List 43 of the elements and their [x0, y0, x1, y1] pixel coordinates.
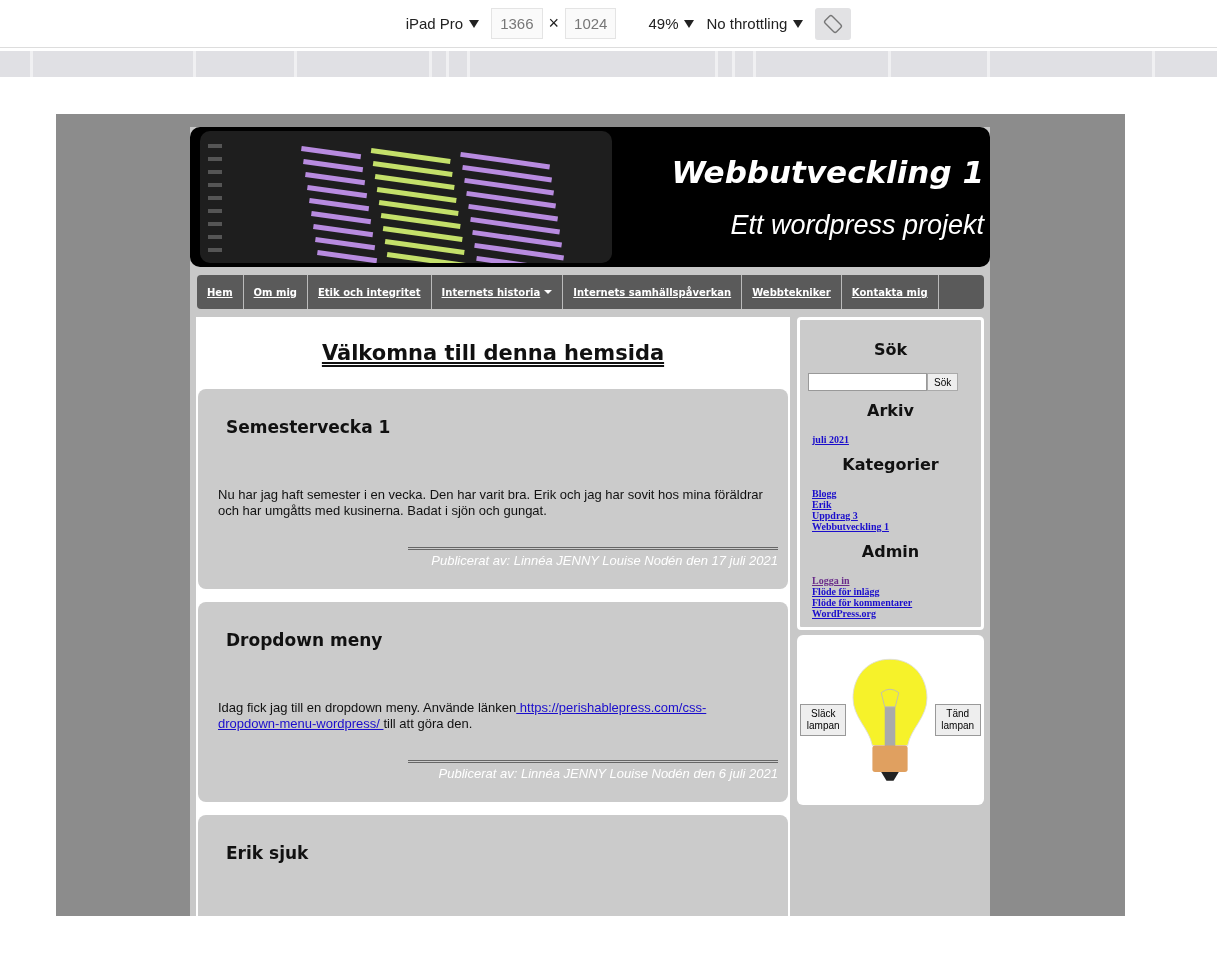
nav-link[interactable]: Om mig: [243, 275, 308, 309]
sidebar-link[interactable]: Webbutveckling 1: [812, 521, 973, 532]
throttling-selector[interactable]: No throttling: [706, 15, 804, 32]
sidebar-link[interactable]: Erik: [812, 499, 973, 510]
sidebar-link[interactable]: Flöde för inlägg: [812, 586, 973, 597]
widget-title: Kategorier: [841, 455, 940, 474]
nav-link[interactable]: Etik och integritet: [308, 275, 432, 309]
device-selector[interactable]: iPad Pro: [405, 15, 480, 32]
post-title[interactable]: Erik sjuk: [226, 843, 778, 863]
search-field[interactable]: [808, 373, 927, 391]
sidebar-link[interactable]: Uppdrag 3: [812, 510, 973, 521]
width-field[interactable]: 1366: [491, 8, 543, 39]
rotate-button[interactable]: [815, 7, 852, 40]
sidebar-link[interactable]: Blogg: [812, 488, 973, 499]
widget-title: Arkiv: [866, 401, 915, 420]
lamp-on-button[interactable]: Tänd lampan: [934, 704, 981, 736]
post-text: Idag fick jag till en dropdown meny. Använde länken https://perishablepress.com/css- dropdown-menu-wordpress/ till att göra den.: [218, 700, 708, 732]
post-title[interactable]: Semestervecka 1: [226, 417, 778, 437]
rotate-icon: [822, 12, 845, 35]
site-title: Webbutveckling 1: [671, 153, 984, 190]
lamp-off-button[interactable]: Släck lampan: [800, 704, 847, 736]
caret-icon: [544, 290, 553, 294]
post-link[interactable]: dropdown-menu-wordpress/: [218, 716, 384, 731]
site-tagline: Ett wordpress projekt: [729, 209, 984, 241]
nav-link[interactable]: Hem: [197, 275, 244, 309]
widget-title: Admin: [860, 542, 921, 561]
zoom-selector[interactable]: 49%: [648, 15, 695, 32]
nav-link[interactable]: Internets samhällspåverkan: [563, 275, 743, 309]
post-title[interactable]: Dropdown meny: [226, 630, 778, 650]
search-button[interactable]: Sök: [927, 373, 959, 391]
times-sign: ×: [548, 13, 560, 34]
sidebar-link[interactable]: Logga in: [812, 575, 973, 586]
widget-title: Sök: [872, 340, 909, 359]
sidebar-link[interactable]: WordPress.org: [812, 608, 973, 619]
nav-link[interactable]: Kontakta mig: [841, 275, 939, 309]
nav-link[interactable]: Internets historia: [431, 275, 564, 309]
height-field[interactable]: 1024: [565, 8, 617, 39]
post-text: Nu har jag haft semester i en vecka. Den har varit bra. Erik och jag har sovit hos mina föräldrar och har umgåtts med kusinerna. Badat i sjön och gungat.: [218, 487, 764, 519]
page-heading: Välkomna till denna hemsida: [320, 341, 666, 365]
post-link[interactable]: https://perishablepress.com/css-: [516, 700, 707, 715]
nav-link[interactable]: Webbtekniker: [742, 275, 842, 309]
sidebar-link[interactable]: juli 2021: [812, 434, 973, 445]
sidebar-link[interactable]: Flöde för kommentarer: [812, 597, 973, 608]
